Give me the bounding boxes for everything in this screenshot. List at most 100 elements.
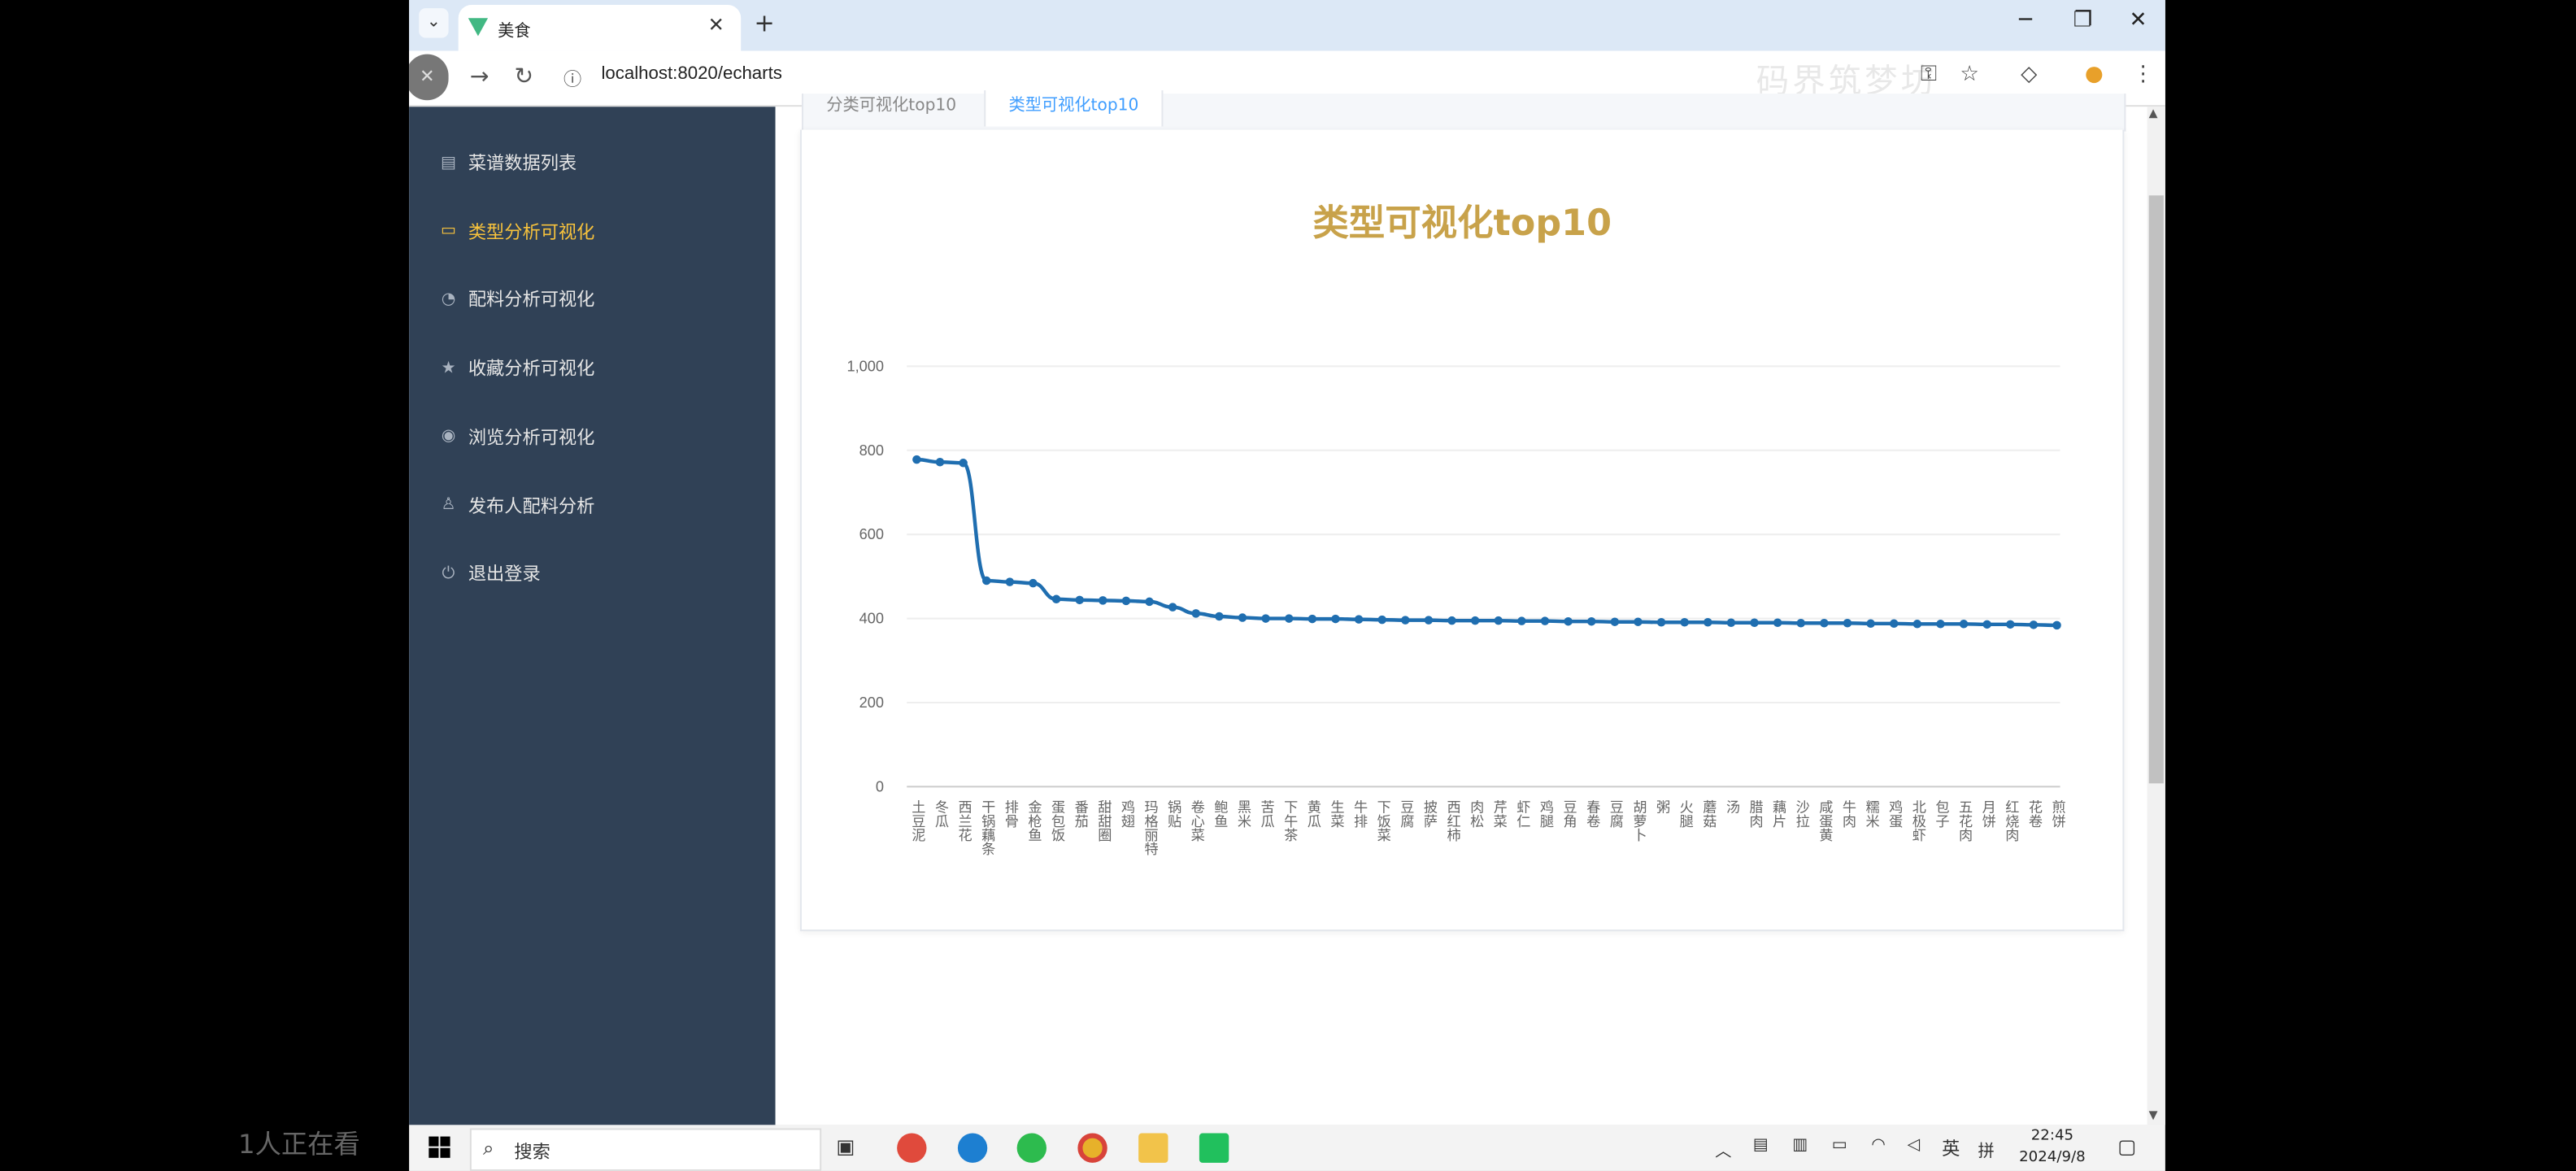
netease-music-icon[interactable] <box>897 1133 927 1163</box>
page-scrollbar[interactable]: ▲ ▼ <box>2147 107 2165 1125</box>
tray-app2-icon[interactable]: ▥ <box>1792 1137 1808 1155</box>
input-language[interactable]: 英 <box>1942 1135 1960 1161</box>
menu-kebab-icon[interactable]: ⋮ <box>2132 63 2153 87</box>
tray-chevron-icon[interactable]: ︿ <box>1715 1137 1731 1161</box>
notification-icon[interactable]: ▢ <box>2117 1135 2136 1158</box>
power-icon: ⏻ <box>442 564 455 583</box>
chrome-icon[interactable] <box>1077 1133 1107 1163</box>
volume-icon[interactable]: ◁ <box>1908 1137 1921 1155</box>
x-tick-label: 月饼 <box>1979 800 1996 828</box>
data-point <box>1331 614 1340 624</box>
data-point <box>1726 618 1736 628</box>
y-tick-label: 400 <box>859 611 884 627</box>
x-tick-label: 煎饼 <box>2049 800 2066 828</box>
x-tick-label: 糯米 <box>1863 800 1880 828</box>
x-tick-label: 西兰花 <box>955 800 973 842</box>
data-point <box>1191 609 1201 618</box>
sidebar-item-3[interactable]: ★ 收藏分析可视化 <box>438 351 595 384</box>
sidebar-item-5[interactable]: ♙ 发布人配料分析 <box>438 489 595 521</box>
tab-type-top10[interactable]: 类型可视化top10 <box>984 90 1164 127</box>
tab-search-icon[interactable]: ⌄ <box>419 8 449 38</box>
taskbar-search[interactable]: ⌕ 搜索 <box>469 1128 822 1171</box>
sidebar-item-6[interactable]: ⏻ 退出登录 <box>438 557 541 590</box>
reload-icon[interactable]: ↻ <box>514 64 533 90</box>
restore-icon[interactable]: ❐ <box>2073 8 2093 33</box>
data-point <box>1075 595 1084 605</box>
data-point <box>1820 619 1829 628</box>
data-point <box>912 455 921 464</box>
x-tick-label: 沙拉 <box>1793 800 1810 829</box>
task-view-icon[interactable]: ▣ <box>836 1135 855 1158</box>
main-content: 分类可视化top10 类型可视化top10 类型可视化top10 0 200 400 6… <box>775 90 2165 1125</box>
x-tick-label: 甜甜圈 <box>1094 800 1112 842</box>
scrollbar-thumb[interactable] <box>2148 195 2164 784</box>
sidebar-item-label: 收藏分析可视化 <box>468 358 595 380</box>
data-point <box>1564 616 1573 626</box>
pie-icon: ◔ <box>441 290 456 309</box>
sidebar-item-2[interactable]: ◔ 配料分析可视化 <box>438 283 595 316</box>
back-icon[interactable]: ✕ <box>409 54 449 101</box>
wechat-icon[interactable] <box>1016 1133 1046 1163</box>
sidebar-item-1[interactable]: ▭ 类型分析可视化 <box>438 215 594 247</box>
forward-icon[interactable]: → <box>470 64 490 90</box>
x-tick-label: 下午茶 <box>1281 800 1298 842</box>
data-point <box>1121 596 1131 606</box>
data-point <box>1586 616 1596 626</box>
eye-icon: ◉ <box>441 427 456 446</box>
file-explorer-icon[interactable] <box>1138 1133 1168 1163</box>
x-tick-label: 黑米 <box>1234 800 1251 828</box>
wifi-icon[interactable]: ◠ <box>1871 1137 1886 1155</box>
x-tick-label: 豆腐 <box>1607 800 1624 829</box>
x-tick-label: 卷心菜 <box>1188 800 1205 842</box>
tab-category-top10[interactable]: 分类可视化top10 <box>826 90 956 115</box>
new-tab-button[interactable]: + <box>754 8 774 37</box>
data-point <box>1168 603 1177 612</box>
system-clock[interactable]: 22:45 2024/9/8 <box>2019 1126 2086 1169</box>
sidebar-item-0[interactable]: ▤ 菜谱数据列表 <box>438 146 577 179</box>
x-tick-label: 玛格丽特 <box>1142 800 1159 856</box>
data-point <box>1145 597 1154 607</box>
x-tick-label: 豆角 <box>1560 800 1577 829</box>
password-key-icon[interactable]: ⚿ <box>1921 63 1937 87</box>
x-tick-label: 黄瓜 <box>1304 800 1321 828</box>
site-info-icon[interactable]: ⓘ <box>564 66 581 92</box>
battery-icon[interactable]: ▭ <box>1832 1137 1847 1155</box>
data-point <box>1959 620 1969 629</box>
y-tick-label: 0 <box>876 778 884 794</box>
data-point <box>1517 616 1526 625</box>
minimize-icon[interactable]: ─ <box>2019 8 2032 33</box>
data-point <box>1540 616 1550 625</box>
scroll-up-icon[interactable]: ▲ <box>2149 107 2158 120</box>
data-point <box>1401 616 1410 625</box>
data-point <box>1773 618 1782 628</box>
x-tick-label: 蘑菇 <box>1699 800 1717 828</box>
profile-icon[interactable]: ● <box>2085 63 2104 87</box>
extensions-icon[interactable]: ◇ <box>2021 63 2037 87</box>
data-point <box>1796 619 1806 628</box>
data-point <box>1680 617 1689 627</box>
taskbar: ⌕ 搜索 ▣ ︿ ▤ ▥ ▭ ◠ ◁ 英 拼 22:45 2024/9/8 ▢ <box>409 1125 2165 1171</box>
x-tick-label: 汤 <box>1723 800 1740 815</box>
sidebar-item-label: 配料分析可视化 <box>468 289 595 311</box>
data-point <box>1099 596 1107 605</box>
close-window-icon[interactable]: ✕ <box>2129 8 2147 33</box>
ime-mode[interactable]: 拼 <box>1978 1137 1995 1161</box>
edge-icon[interactable] <box>957 1133 988 1163</box>
url-field[interactable]: localhost:8020/echarts <box>601 64 781 84</box>
data-point <box>1936 620 1945 629</box>
x-tick-label: 腊肉 <box>1747 800 1764 828</box>
pycharm-icon[interactable] <box>1199 1133 1229 1163</box>
scroll-down-icon[interactable]: ▼ <box>2149 1108 2158 1121</box>
windows-start-icon[interactable] <box>429 1136 451 1160</box>
data-point <box>1051 594 1061 604</box>
x-tick-label: 冬瓜 <box>932 800 949 828</box>
sidebar-item-label: 退出登录 <box>468 564 541 586</box>
data-point <box>1750 618 1759 628</box>
data-point <box>1238 613 1247 622</box>
data-point <box>1308 614 1317 624</box>
bookmark-star-icon[interactable]: ☆ <box>1960 63 1979 87</box>
sidebar-item-4[interactable]: ◉ 浏览分析可视化 <box>438 420 595 453</box>
browser-tab[interactable]: 美食 ✕ <box>458 5 742 51</box>
tray-app-icon[interactable]: ▤ <box>1753 1137 1769 1155</box>
close-tab-icon[interactable]: ✕ <box>708 13 724 36</box>
